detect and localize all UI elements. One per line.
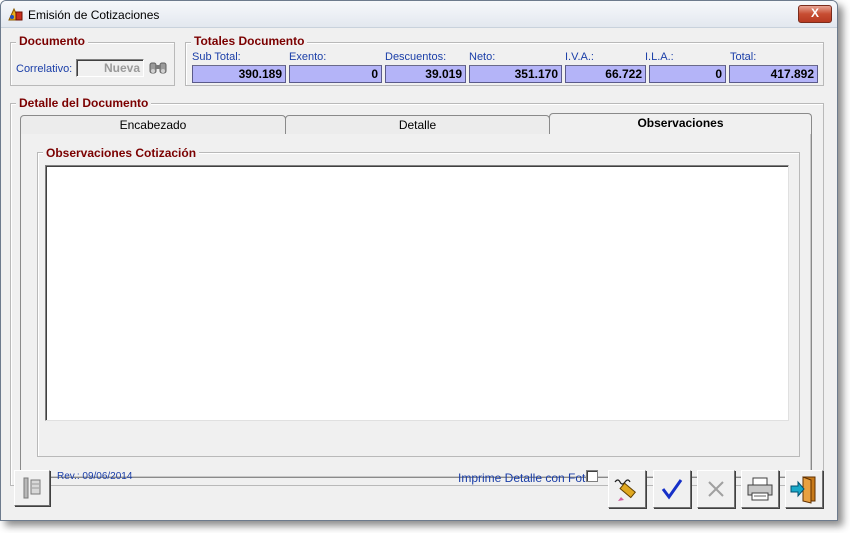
app-icon <box>7 6 23 22</box>
tools-button[interactable] <box>14 470 50 506</box>
tab-observaciones[interactable]: Observaciones <box>549 113 812 135</box>
observaciones-textarea[interactable] <box>45 165 789 421</box>
exit-door-icon <box>789 474 819 504</box>
observaciones-group-title: Observaciones Cotización <box>43 146 200 160</box>
tab-encabezado[interactable]: Encabezado <box>20 115 286 136</box>
subtotal-label: Sub Total: <box>192 51 241 63</box>
signature-icon <box>612 474 642 504</box>
correlativo-input[interactable]: Nueva <box>76 59 144 77</box>
client-area: Documento Correlativo: Nueva Totales Doc… <box>2 29 837 520</box>
correlativo-label: Correlativo: <box>16 63 73 75</box>
sign-button[interactable] <box>608 470 646 508</box>
cancel-button[interactable] <box>697 470 735 508</box>
descuentos-value: 39.019 <box>385 65 466 83</box>
subtotal-value: 390.189 <box>192 65 286 83</box>
iva-value: 66.722 <box>565 65 646 83</box>
documento-group-title: Documento <box>16 34 88 48</box>
revision-text: Rev.: 09/06/2014 <box>57 471 133 482</box>
neto-value: 351.170 <box>469 65 562 83</box>
x-icon <box>705 478 727 500</box>
main-window: Emisión de Cotizaciones X Documento Corr… <box>0 0 838 521</box>
totales-group-title: Totales Documento <box>191 34 308 48</box>
confirm-button[interactable] <box>653 470 691 508</box>
exit-button[interactable] <box>785 470 823 508</box>
printer-icon <box>745 475 775 503</box>
exento-value: 0 <box>289 65 382 83</box>
iva-label: I.V.A.: <box>565 51 594 63</box>
close-button[interactable]: X <box>798 5 832 23</box>
title-bar[interactable]: Emisión de Cotizaciones X <box>1 1 837 28</box>
print-button[interactable] <box>741 470 779 508</box>
detalle-group-title: Detalle del Documento <box>16 96 152 110</box>
imprime-label: Imprime Detalle con Foto <box>458 471 593 485</box>
ila-value: 0 <box>649 65 726 83</box>
binoculars-icon[interactable] <box>148 58 168 78</box>
total-value: 417.892 <box>729 65 818 83</box>
close-icon: X <box>810 6 819 20</box>
tools-icon <box>19 475 45 501</box>
window-title: Emisión de Cotizaciones <box>28 8 160 22</box>
total-label: Total: <box>730 51 757 63</box>
descuentos-label: Descuentos: <box>385 51 447 63</box>
neto-label: Neto: <box>469 51 496 63</box>
ila-label: I.L.A.: <box>645 51 674 63</box>
tab-detalle[interactable]: Detalle <box>285 115 550 136</box>
imprime-checkbox[interactable] <box>586 470 598 482</box>
checkmark-icon <box>659 476 685 502</box>
exento-label: Exento: <box>289 51 327 63</box>
